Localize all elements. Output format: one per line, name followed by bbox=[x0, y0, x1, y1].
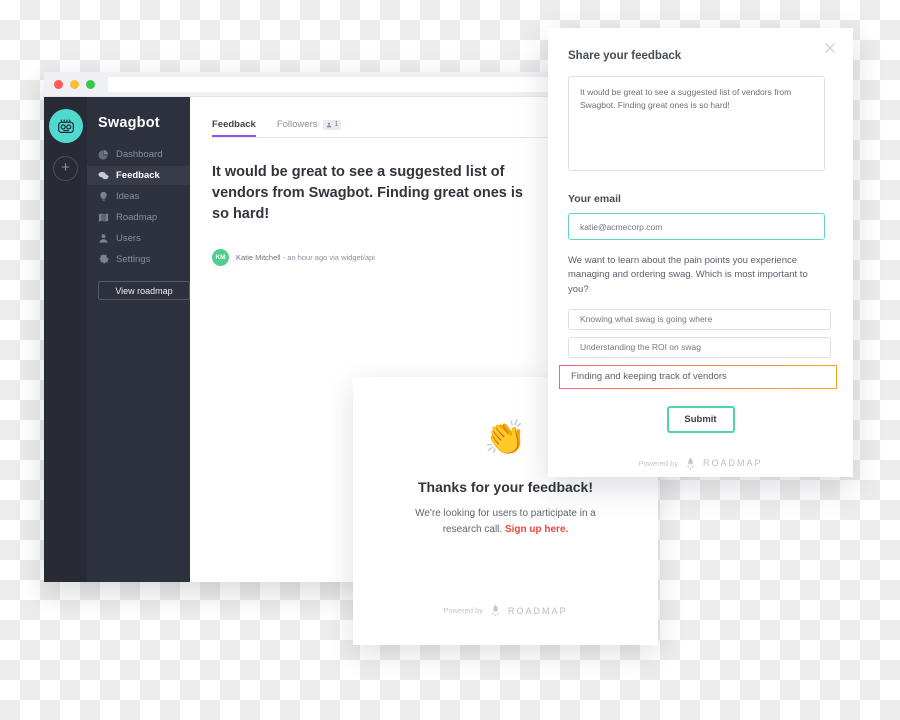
sidebar-item-label: Roadmap bbox=[116, 212, 158, 223]
sidebar-item-settings[interactable]: Settings bbox=[87, 250, 190, 269]
tab-feedback[interactable]: Feedback bbox=[212, 119, 256, 137]
powered-by-label: Powered by bbox=[638, 458, 679, 468]
sidebar-item-ideas[interactable]: Ideas bbox=[87, 187, 190, 206]
view-roadmap-button[interactable]: View roadmap bbox=[98, 281, 190, 300]
powered-by-footer: Powered by ROADMAP bbox=[568, 457, 833, 470]
share-feedback-panel: Share your feedback Your email We want t… bbox=[548, 28, 853, 477]
powered-by-label: Powered by bbox=[443, 606, 484, 615]
author-timestamp: - an hour ago via widget/api bbox=[280, 253, 375, 263]
window-close-button[interactable] bbox=[54, 79, 63, 89]
powered-by-brand: ROADMAP bbox=[703, 458, 763, 469]
workspace-title: Swagbot bbox=[98, 115, 160, 131]
gear-icon bbox=[98, 254, 109, 265]
thanks-heading: Thanks for your feedback! bbox=[417, 479, 594, 495]
sidebar-item-label: Feedback bbox=[116, 170, 160, 181]
close-icon[interactable] bbox=[822, 40, 838, 56]
chat-bubbles-icon bbox=[98, 170, 109, 181]
sidebar-item-label: Users bbox=[116, 233, 141, 244]
window-maximize-button[interactable] bbox=[86, 79, 95, 89]
sidebar-item-feedback[interactable]: Feedback bbox=[87, 166, 190, 185]
survey-option[interactable]: Knowing what swag is going where bbox=[568, 308, 831, 330]
followers-count-badge: 1 bbox=[323, 119, 342, 130]
sidebar-item-users[interactable]: Users bbox=[87, 229, 190, 248]
powered-by-brand: ROADMAP bbox=[508, 605, 568, 616]
avatar: KM bbox=[212, 249, 229, 267]
survey-option[interactable]: Understanding the ROI on swag bbox=[568, 336, 831, 358]
sidebar-main: Swagbot Dashboard Feedback Ideas Roadmap… bbox=[87, 97, 190, 582]
sidebar-rail: + bbox=[44, 97, 87, 582]
lightbulb-icon bbox=[98, 191, 109, 202]
sidebar-item-roadmap[interactable]: Roadmap bbox=[87, 208, 190, 227]
sidebar-item-label: Ideas bbox=[116, 191, 140, 202]
feedback-title: It would be great to see a suggested lis… bbox=[212, 164, 523, 223]
sidebar-item-label: Dashboard bbox=[116, 149, 163, 160]
add-workspace-button[interactable]: + bbox=[53, 156, 78, 181]
person-icon bbox=[327, 122, 332, 127]
feedback-author-row: KM Katie Mitchell - an hour ago via widg… bbox=[212, 249, 557, 267]
survey-option-selected[interactable]: Finding and keeping track of vendors bbox=[559, 364, 837, 389]
window-minimize-button[interactable] bbox=[70, 79, 79, 89]
feedback-meta: Katie Mitchell - an hour ago via widget/… bbox=[236, 253, 375, 262]
powered-by-footer: Powered by ROADMAP bbox=[353, 604, 658, 617]
sidebar-item-label: Settings bbox=[116, 254, 151, 265]
tab-bar: Feedback Followers 1 bbox=[212, 119, 557, 138]
feedback-textarea[interactable] bbox=[568, 76, 825, 171]
clapping-hands-emoji: 👏 bbox=[484, 419, 527, 457]
tab-followers[interactable]: Followers 1 bbox=[277, 119, 342, 137]
survey-option-label: Knowing what swag is going where bbox=[580, 314, 713, 325]
pie-chart-icon bbox=[98, 149, 109, 160]
survey-question: We want to learn about the pain points y… bbox=[568, 255, 808, 295]
thanks-body: We're looking for users to participate i… bbox=[398, 506, 613, 537]
author-name: Katie Mitchell bbox=[236, 253, 281, 263]
signup-link[interactable]: Sign up here. bbox=[505, 524, 568, 535]
survey-option-label: Understanding the ROI on swag bbox=[580, 342, 701, 353]
email-label: Your email bbox=[568, 193, 621, 205]
survey-options: Knowing what swag is going where Underst… bbox=[559, 308, 837, 389]
map-icon bbox=[98, 212, 109, 223]
email-field[interactable] bbox=[568, 213, 825, 240]
rocket-icon bbox=[686, 457, 695, 469]
window-titlebar bbox=[44, 72, 579, 97]
submit-button[interactable]: Submit bbox=[666, 405, 735, 433]
tab-label: Followers bbox=[276, 119, 318, 130]
sidebar-item-dashboard[interactable]: Dashboard bbox=[87, 145, 190, 164]
panel-title: Share your feedback bbox=[568, 50, 682, 62]
followers-count: 1 bbox=[334, 121, 339, 128]
sidebar: + Swagbot Dashboard Feedback Ideas Roadm… bbox=[44, 97, 190, 582]
tab-label: Feedback bbox=[212, 119, 256, 130]
survey-option-label: Finding and keeping track of vendors bbox=[571, 371, 727, 383]
robot-avatar-icon[interactable] bbox=[48, 109, 83, 143]
browser-url-bar[interactable] bbox=[108, 76, 569, 92]
rocket-icon bbox=[491, 604, 500, 617]
person-icon bbox=[98, 233, 109, 244]
